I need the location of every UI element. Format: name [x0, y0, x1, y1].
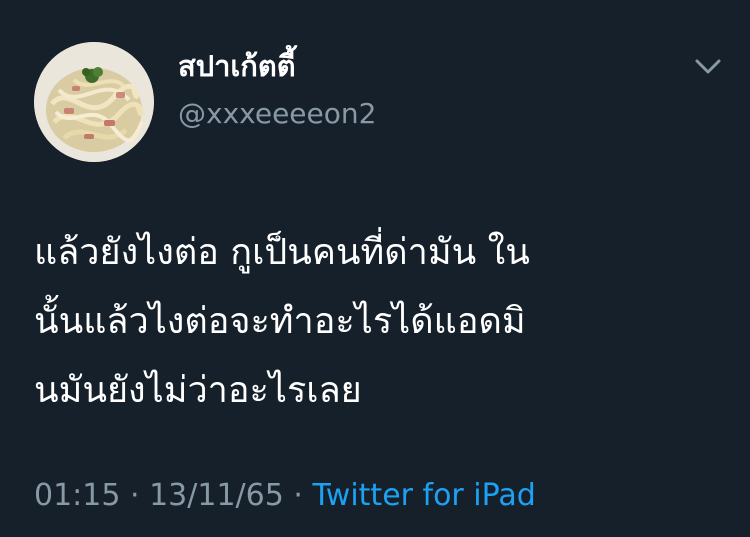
- tweet-date: 13/11/65: [149, 478, 284, 513]
- tweet-text-line: นั้นแล้วไงต่อจะทำอะไรได้แอดมิ: [34, 301, 526, 342]
- user-handle[interactable]: @xxxeeeeon2: [178, 94, 376, 134]
- tweet-card: สปาเก้ตตี้ @xxxeeeeon2 แล้วยังไงต่อ กูเป…: [0, 0, 750, 537]
- meta-separator: ·: [283, 478, 313, 513]
- tweet-menu-button[interactable]: [692, 54, 724, 78]
- display-name[interactable]: สปาเก้ตตี้: [178, 44, 296, 88]
- chevron-down-icon: [695, 59, 721, 74]
- tweet-source-link[interactable]: Twitter for iPad: [312, 478, 535, 513]
- tweet-text: แล้วยังไงต่อ กูเป็นคนที่ด่ามัน ใน นั้นแล…: [34, 218, 724, 425]
- tweet-time: 01:15: [34, 478, 121, 513]
- tweet-text-line: นมันยังไม่ว่าอะไรเลย: [34, 370, 362, 411]
- avatar[interactable]: [34, 42, 154, 162]
- meta-separator: ·: [120, 478, 150, 513]
- tweet-text-line: แล้วยังไงต่อ กูเป็นคนที่ด่ามัน ใน: [34, 232, 530, 273]
- tweet-meta: 01:15 · 13/11/65 · Twitter for iPad: [34, 474, 536, 518]
- spaghetti-avatar-icon: [34, 42, 154, 162]
